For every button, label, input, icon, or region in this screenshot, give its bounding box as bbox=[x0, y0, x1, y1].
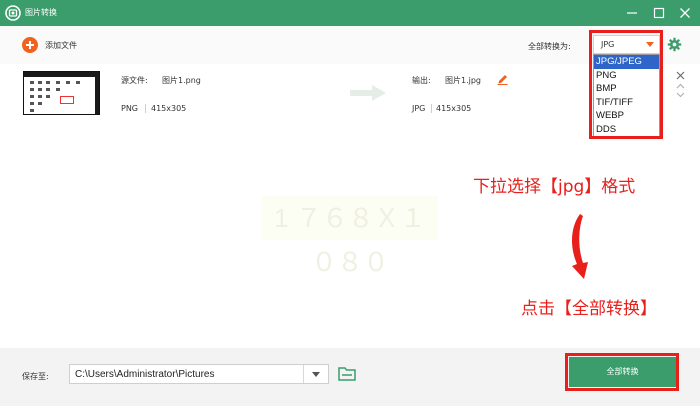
format-option-tiff[interactable]: TIF/TIFF bbox=[594, 96, 659, 110]
annotation-select-format: 下拉选择【jpg】格式 bbox=[473, 177, 636, 197]
convert-to-label: 全部转换为: bbox=[528, 42, 571, 51]
format-option-png[interactable]: PNG bbox=[594, 69, 659, 83]
file-thumbnail bbox=[23, 71, 100, 115]
format-select[interactable]: JPG bbox=[593, 35, 660, 54]
close-icon[interactable] bbox=[677, 5, 693, 21]
path-dropdown-icon[interactable] bbox=[303, 365, 329, 383]
app-logo-icon bbox=[5, 5, 21, 21]
output-label: 输出: bbox=[412, 76, 431, 85]
source-dimensions: 415x305 bbox=[151, 104, 187, 113]
annotation-click-convert: 点击【全部转换】 bbox=[521, 299, 657, 319]
output-filename: 图片1.jpg bbox=[445, 76, 482, 85]
output-dimensions: 415x305 bbox=[436, 104, 472, 113]
convert-all-button[interactable]: 全部转换 bbox=[569, 357, 676, 387]
add-file-icon[interactable] bbox=[22, 37, 38, 53]
dropdown-arrow-icon[interactable] bbox=[646, 42, 654, 47]
gear-icon[interactable] bbox=[667, 37, 682, 52]
format-select-value: JPG bbox=[601, 40, 615, 49]
annotation-arrow-icon bbox=[571, 214, 588, 279]
arrow-right-icon bbox=[350, 85, 386, 101]
chevron-down-icon[interactable] bbox=[676, 92, 685, 98]
save-path-value: C:\Users\Administrator\Pictures bbox=[75, 369, 215, 380]
watermark: 1 ７６８Ｘ１０８０ bbox=[262, 196, 438, 277]
format-option-webp[interactable]: WEBP bbox=[594, 109, 659, 123]
maximize-icon[interactable] bbox=[651, 5, 667, 21]
save-to-label: 保存至: bbox=[22, 372, 49, 381]
bottom-bar: 保存至: C:\Users\Administrator\Pictures 全部转… bbox=[0, 348, 700, 406]
pencil-icon[interactable] bbox=[497, 73, 508, 85]
save-path-field[interactable]: C:\Users\Administrator\Pictures bbox=[69, 364, 329, 384]
source-label: 源文件: bbox=[121, 76, 148, 85]
source-filename: 图片1.png bbox=[162, 76, 201, 85]
remove-file-icon[interactable] bbox=[676, 71, 685, 80]
divider bbox=[145, 104, 146, 113]
folder-icon[interactable] bbox=[338, 365, 356, 381]
format-option-jpg[interactable]: JPG/JPEG bbox=[594, 55, 659, 69]
output-format: JPG bbox=[412, 104, 426, 113]
chevron-up-icon[interactable] bbox=[676, 83, 685, 89]
add-file-button[interactable]: 添加文件 bbox=[45, 40, 77, 51]
format-dropdown-list: JPG/JPEG PNG BMP TIF/TIFF WEBP DDS bbox=[593, 54, 660, 138]
format-option-dds[interactable]: DDS bbox=[594, 123, 659, 137]
format-option-bmp[interactable]: BMP bbox=[594, 82, 659, 96]
minimize-icon[interactable] bbox=[624, 5, 640, 21]
window-title: 图片转换 bbox=[25, 8, 57, 17]
source-format: PNG bbox=[121, 104, 139, 113]
title-bar: 图片转换 bbox=[0, 0, 700, 26]
divider bbox=[431, 104, 432, 113]
